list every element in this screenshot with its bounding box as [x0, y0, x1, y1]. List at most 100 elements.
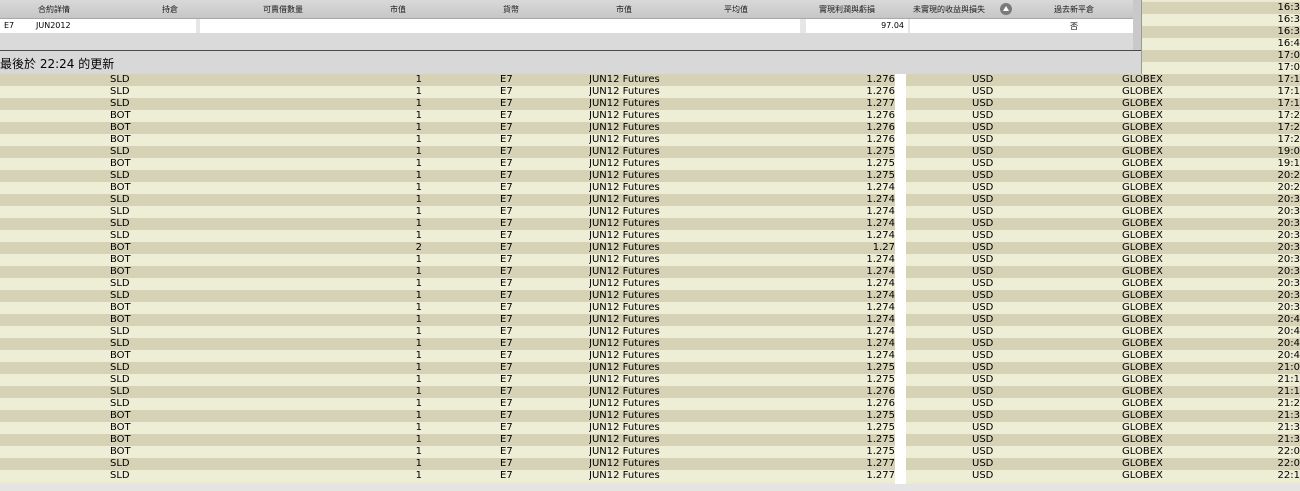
table-row[interactable]: SLD 1 E7 JUN12 Futures 1.276 USD GLOBEX 21:1 — [0, 386, 1300, 398]
col-header-mkt-value[interactable]: 市值 — [390, 4, 406, 15]
trade-description: JUN12 Futures — [589, 398, 660, 409]
trade-time: 17:0 — [1277, 62, 1300, 73]
trade-exchange: GLOBEX — [1122, 290, 1163, 301]
trade-action: SLD — [110, 470, 130, 481]
trade-currency: USD — [972, 170, 994, 181]
col-header-position[interactable]: 持倉 — [162, 4, 178, 15]
trade-quantity: 1 — [415, 278, 422, 289]
table-row[interactable]: SLD 1 E7 JUN12 Futures 1.274 USD GLOBEX 20:3 — [0, 218, 1300, 230]
trade-exchange: GLOBEX — [1122, 434, 1163, 445]
table-row[interactable]: SLD 1 E7 JUN12 Futures 1.277 USD GLOBEX 22:1 — [0, 470, 1300, 482]
trade-price: 1.274 — [866, 254, 895, 265]
trade-exchange: GLOBEX — [1122, 374, 1163, 385]
table-row[interactable]: BOT 1 E7 JUN12 Futures 1.274 USD GLOBEX 20:4 — [0, 350, 1300, 362]
trade-exchange: GLOBEX — [1122, 170, 1163, 181]
trade-price: 1.277 — [866, 470, 895, 481]
table-row[interactable]: SLD 1 E7 JUN12 Futures 1.276 USD GLOBEX 17:1 — [0, 86, 1300, 98]
table-row[interactable]: SLD 1 E7 JUN12 Futures 1.276 USD GLOBEX 21:2 — [0, 398, 1300, 410]
trade-price: 1.274 — [866, 206, 895, 217]
trade-quantity: 1 — [415, 398, 422, 409]
trade-symbol: E7 — [500, 206, 513, 217]
table-row[interactable]: SLD 1 E7 JUN12 Futures 1.275 USD GLOBEX 20:2 — [0, 170, 1300, 182]
table-row[interactable]: BOT 1 E7 JUN12 Futures 1.275 USD GLOBEX 21:3 — [0, 422, 1300, 434]
col-header-unrealized-pnl[interactable]: 未實現的收益與損失 — [913, 4, 985, 15]
trade-description: JUN12 Futures — [589, 206, 660, 217]
table-row[interactable]: BOT 1 E7 JUN12 Futures 1.275 USD GLOBEX 22:0 — [0, 446, 1300, 458]
table-row[interactable]: BOT 1 E7 JUN12 Futures 1.274 USD GLOBEX 20:3 — [0, 302, 1300, 314]
trade-currency: USD — [972, 122, 994, 133]
col-header-avg-price[interactable]: 平均值 — [724, 4, 748, 15]
cell-separator — [908, 19, 910, 33]
col-header-mkt-price[interactable]: 市值 — [616, 4, 632, 15]
trade-symbol: E7 — [500, 266, 513, 277]
table-row[interactable]: SLD 1 E7 JUN12 Futures 1.274 USD GLOBEX 20:3 — [0, 290, 1300, 302]
table-row[interactable]: SLD 1 E7 JUN12 Futures 1.277 USD GLOBEX 17:1 — [0, 98, 1300, 110]
col-header-close-new[interactable]: 過去新平倉 — [1054, 4, 1094, 15]
trade-quantity: 1 — [415, 386, 422, 397]
table-row[interactable]: BOT 2 E7 JUN12 Futures 1.27 USD GLOBEX 20:3 — [0, 242, 1300, 254]
portfolio-scrollbar[interactable] — [1133, 0, 1141, 50]
trade-symbol: E7 — [500, 122, 513, 133]
trade-currency: USD — [972, 218, 994, 229]
trade-description: JUN12 Futures — [589, 254, 660, 265]
trade-action: BOT — [110, 266, 131, 277]
trade-symbol: E7 — [500, 110, 513, 121]
trade-symbol: E7 — [500, 182, 513, 193]
trade-price: 1.274 — [866, 290, 895, 301]
table-row[interactable]: BOT 1 E7 JUN12 Futures 1.275 USD GLOBEX 21:3 — [0, 434, 1300, 446]
horizontal-scrollbar[interactable] — [0, 484, 1300, 491]
table-row[interactable]: SLD 1 E7 JUN12 Futures 1.274 USD GLOBEX 20:3 — [0, 278, 1300, 290]
table-row[interactable]: BOT 1 E7 JUN12 Futures 1.275 USD GLOBEX 19:1 — [0, 158, 1300, 170]
table-row[interactable]: SLD 1 E7 JUN12 Futures 1.277 USD GLOBEX 22:0 — [0, 458, 1300, 470]
trade-symbol: E7 — [500, 74, 513, 85]
table-row[interactable]: SLD 1 E7 JUN12 Futures 1.275 USD GLOBEX 21:1 — [0, 374, 1300, 386]
sort-ascending-icon[interactable] — [1000, 3, 1012, 15]
trade-action: SLD — [110, 74, 130, 85]
table-row[interactable]: SLD 1 E7 JUN12 Futures 1.274 USD GLOBEX 20:3 — [0, 230, 1300, 242]
trade-action: SLD — [110, 170, 130, 181]
table-row[interactable]: BOT 1 E7 JUN12 Futures 1.275 USD GLOBEX 21:3 — [0, 410, 1300, 422]
trade-price: 1.275 — [866, 170, 895, 181]
trade-quantity: 1 — [415, 218, 422, 229]
trade-description: JUN12 Futures — [589, 134, 660, 145]
trade-description: JUN12 Futures — [589, 230, 660, 241]
cell-separator — [196, 19, 200, 33]
trade-action: SLD — [110, 290, 130, 301]
table-row[interactable]: SLD 1 E7 JUN12 Futures 1.274 USD GLOBEX 20:3 — [0, 206, 1300, 218]
trade-quantity: 1 — [415, 194, 422, 205]
price-column-gap — [895, 74, 906, 484]
table-row[interactable]: SLD 1 E7 JUN12 Futures 1.274 USD GLOBEX 20:4 — [0, 338, 1300, 350]
trade-currency: USD — [972, 374, 994, 385]
col-header-contract[interactable]: 合約詳情 — [38, 4, 70, 15]
col-header-currency[interactable]: 貨幣 — [503, 4, 519, 15]
trade-action: SLD — [110, 386, 130, 397]
trade-currency: USD — [972, 254, 994, 265]
trade-time: 22:1 — [1277, 470, 1300, 481]
trade-price: 1.276 — [866, 134, 895, 145]
col-header-realized-pnl[interactable]: 實現利潤與虧損 — [819, 4, 875, 15]
trade-description: JUN12 Futures — [589, 170, 660, 181]
trade-symbol: E7 — [500, 158, 513, 169]
trade-description: JUN12 Futures — [589, 110, 660, 121]
trade-action: BOT — [110, 110, 131, 121]
trade-symbol: E7 — [500, 134, 513, 145]
table-row[interactable]: BOT 1 E7 JUN12 Futures 1.276 USD GLOBEX 17:2 — [0, 110, 1300, 122]
table-row[interactable]: SLD 1 E7 JUN12 Futures 1.276 USD GLOBEX 17:1 — [0, 74, 1300, 86]
table-row[interactable]: BOT 1 E7 JUN12 Futures 1.276 USD GLOBEX 17:2 — [0, 122, 1300, 134]
trade-time: 20:4 — [1277, 350, 1300, 361]
table-row[interactable]: SLD 1 E7 JUN12 Futures 1.274 USD GLOBEX 20:3 — [0, 194, 1300, 206]
trade-action: SLD — [110, 86, 130, 97]
col-header-avail[interactable]: 可賣借數量 — [263, 4, 303, 15]
trade-exchange: GLOBEX — [1122, 386, 1163, 397]
table-row[interactable]: BOT 1 E7 JUN12 Futures 1.274 USD GLOBEX 20:4 — [0, 314, 1300, 326]
table-row[interactable]: BOT 1 E7 JUN12 Futures 1.274 USD GLOBEX 20:3 — [0, 266, 1300, 278]
trade-time: 22:0 — [1277, 458, 1300, 469]
trade-description: JUN12 Futures — [589, 74, 660, 85]
table-row[interactable]: BOT 1 E7 JUN12 Futures 1.274 USD GLOBEX 20:3 — [0, 254, 1300, 266]
table-row[interactable]: SLD 1 E7 JUN12 Futures 1.274 USD GLOBEX 20:4 — [0, 326, 1300, 338]
table-row[interactable]: SLD 1 E7 JUN12 Futures 1.275 USD GLOBEX 21:0 — [0, 362, 1300, 374]
table-row[interactable]: BOT 1 E7 JUN12 Futures 1.274 USD GLOBEX 20:2 — [0, 182, 1300, 194]
table-row[interactable]: BOT 1 E7 JUN12 Futures 1.276 USD GLOBEX 17:2 — [0, 134, 1300, 146]
portfolio-row[interactable]: E7 JUN2012 97.04 否 — [0, 19, 1133, 33]
table-row[interactable]: SLD 1 E7 JUN12 Futures 1.275 USD GLOBEX 19:0 — [0, 146, 1300, 158]
